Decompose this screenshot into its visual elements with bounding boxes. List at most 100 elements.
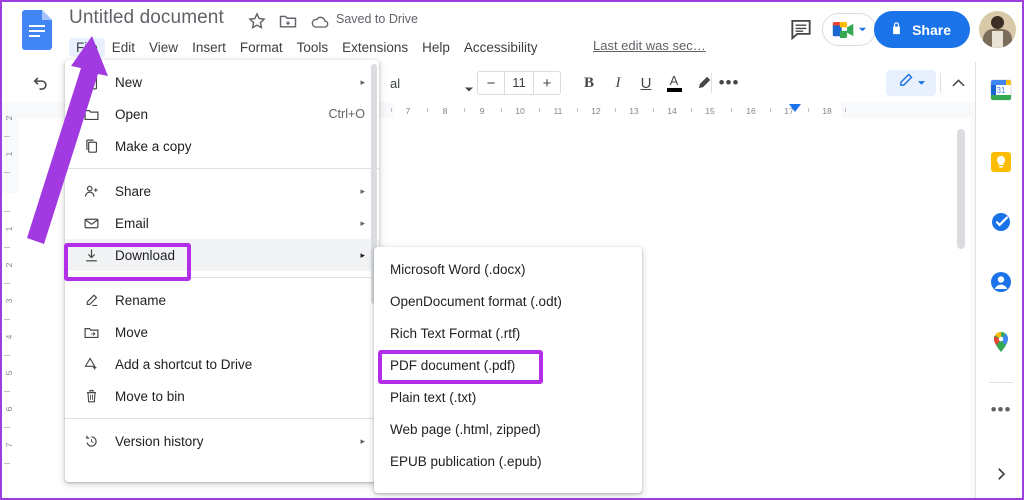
vruler-tick: 1 <box>4 226 14 232</box>
menu-item-version-history[interactable]: Version history ▸ <box>65 425 379 457</box>
share-person-icon <box>81 181 101 201</box>
menu-format[interactable]: Format <box>233 38 290 57</box>
side-panel-more-button[interactable]: ••• <box>989 400 1013 424</box>
lock-icon <box>889 21 904 39</box>
font-size-increase-button[interactable]: + <box>534 75 560 92</box>
submenu-item-odt[interactable]: OpenDocument format (.odt) <box>374 285 642 317</box>
star-icon[interactable] <box>247 11 267 31</box>
menu-view[interactable]: View <box>142 38 185 57</box>
vruler-tick: 2 <box>4 115 14 121</box>
menu-item-label: Make a copy <box>115 138 192 154</box>
download-icon <box>81 245 101 265</box>
last-edit-link[interactable]: Last edit was sec… <box>593 38 706 53</box>
rename-pencil-icon <box>81 290 101 310</box>
menu-divider <box>65 168 379 169</box>
menu-item-move[interactable]: Move <box>65 316 379 348</box>
document-title[interactable]: Untitled document <box>69 7 224 29</box>
vruler-tick: 6 <box>4 406 14 412</box>
menu-file[interactable]: File <box>69 37 105 57</box>
cloud-saved-icon[interactable] <box>310 12 330 32</box>
google-meet-button[interactable] <box>822 13 876 46</box>
menu-tools[interactable]: Tools <box>290 38 336 57</box>
hruler-minor-tick <box>539 108 540 112</box>
editing-mode-button[interactable] <box>886 70 936 96</box>
copy-icon <box>81 136 101 156</box>
hruler-minor-tick <box>808 108 809 112</box>
user-avatar[interactable] <box>979 11 1016 48</box>
move-to-folder-icon[interactable] <box>278 11 298 31</box>
vertical-ruler-page-span <box>0 193 18 500</box>
text-color-button[interactable]: A <box>663 72 685 94</box>
side-panel: 31 ••• <box>975 62 1024 500</box>
submenu-arrow-icon: ▸ <box>360 249 365 260</box>
email-envelope-icon <box>81 213 101 233</box>
hruler-tick: 9 <box>479 106 485 116</box>
vertical-scrollbar[interactable] <box>957 121 965 497</box>
download-submenu: Microsoft Word (.docx) OpenDocument form… <box>374 247 642 493</box>
vruler-minor-tick <box>4 355 10 356</box>
menu-item-download[interactable]: Download ▸ <box>65 239 379 271</box>
menu-help[interactable]: Help <box>415 38 457 57</box>
menu-item-label: Share <box>115 183 152 199</box>
submenu-item-rtf[interactable]: Rich Text Format (.rtf) <box>374 317 642 349</box>
google-tasks-icon[interactable] <box>989 210 1013 234</box>
font-size-input[interactable]: 11 <box>504 72 534 94</box>
indent-marker[interactable] <box>789 104 801 112</box>
submenu-item-txt[interactable]: Plain text (.txt) <box>374 381 642 413</box>
menu-extensions[interactable]: Extensions <box>335 38 415 57</box>
submenu-item-pdf[interactable]: PDF document (.pdf) <box>374 349 642 381</box>
menu-item-share[interactable]: Share ▸ <box>65 175 379 207</box>
vruler-minor-tick <box>4 427 10 428</box>
vertical-ruler[interactable]: 2 1 1 2 3 4 5 6 7 <box>0 102 18 500</box>
comment-icon[interactable] <box>788 16 818 46</box>
menu-item-email[interactable]: Email ▸ <box>65 207 379 239</box>
font-family-selector[interactable]: al <box>390 76 452 91</box>
menu-accessibility[interactable]: Accessibility <box>457 38 545 57</box>
underline-button[interactable]: U <box>635 72 657 94</box>
menu-item-rename[interactable]: Rename <box>65 284 379 316</box>
menu-item-move-to-bin[interactable]: Move to bin <box>65 380 379 412</box>
google-calendar-icon[interactable]: 31 <box>989 78 1013 102</box>
google-docs-logo[interactable] <box>22 10 52 50</box>
vruler-tick: 5 <box>4 370 14 376</box>
hruler-minor-tick <box>731 108 732 112</box>
hruler-minor-tick <box>391 108 392 112</box>
hruler-tick: 14 <box>667 106 677 116</box>
vruler-minor-tick <box>4 391 10 392</box>
chevron-right-icon[interactable] <box>989 462 1013 486</box>
vertical-scrollbar-thumb[interactable] <box>957 129 965 249</box>
google-contacts-icon[interactable] <box>989 270 1013 294</box>
submenu-item-docx[interactable]: Microsoft Word (.docx) <box>374 253 642 285</box>
menu-item-label: Move <box>115 324 149 340</box>
submenu-arrow-icon: ▸ <box>360 435 365 446</box>
menu-bar: File Edit View Insert Format Tools Exten… <box>69 36 544 58</box>
submenu-arrow-icon: ▸ <box>360 185 365 196</box>
vruler-tick: 1 <box>4 151 14 157</box>
menu-divider <box>65 418 379 419</box>
submenu-item-html[interactable]: Web page (.html, zipped) <box>374 413 642 445</box>
menu-edit[interactable]: Edit <box>105 38 142 57</box>
share-button[interactable]: Share <box>874 11 970 48</box>
menu-item-new[interactable]: New ▸ <box>65 66 379 98</box>
chevron-up-icon[interactable] <box>947 72 969 94</box>
submenu-item-epub[interactable]: EPUB publication (.epub) <box>374 445 642 477</box>
font-size-decrease-button[interactable]: − <box>478 75 504 92</box>
hruler-tick: 13 <box>629 106 639 116</box>
more-options-button[interactable]: ••• <box>718 72 740 94</box>
menu-item-make-a-copy[interactable]: Make a copy <box>65 130 379 162</box>
menu-insert[interactable]: Insert <box>185 38 233 57</box>
chevron-down-icon <box>858 21 867 39</box>
vruler-minor-tick <box>4 136 10 137</box>
bold-button[interactable]: B <box>578 72 600 94</box>
hruler-tick: 10 <box>515 106 525 116</box>
menu-item-add-shortcut-to-drive[interactable]: Add a shortcut to Drive <box>65 348 379 380</box>
menu-item-open[interactable]: Open Ctrl+O <box>65 98 379 130</box>
undo-icon[interactable] <box>28 72 50 94</box>
google-keep-icon[interactable] <box>989 150 1013 174</box>
vruler-minor-tick <box>4 172 10 173</box>
font-size-stepper[interactable]: − 11 + <box>477 71 561 95</box>
italic-button[interactable]: I <box>607 72 629 94</box>
save-status-label: Saved to Drive <box>336 12 418 26</box>
google-maps-icon[interactable] <box>989 330 1013 354</box>
vruler-minor-tick <box>4 319 10 320</box>
